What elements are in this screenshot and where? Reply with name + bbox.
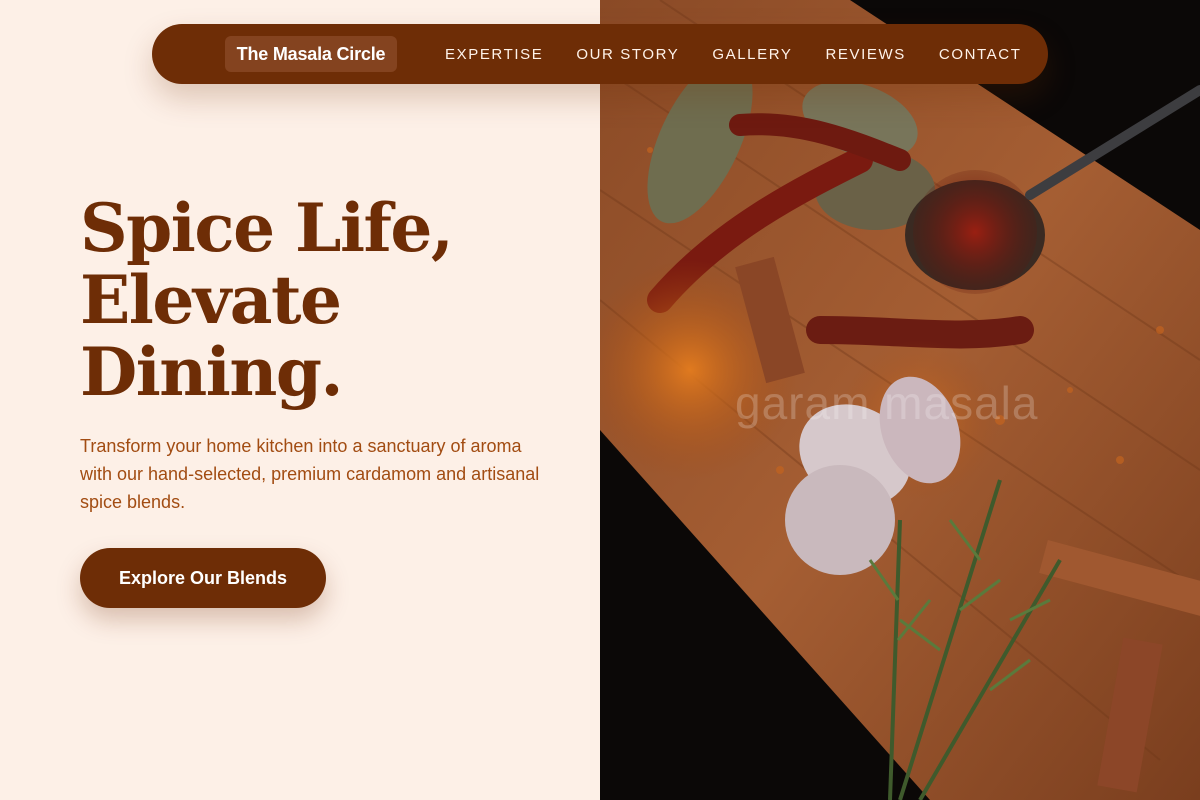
nav-link-reviews[interactable]: REVIEWS (826, 46, 906, 63)
top-navbar: The Masala Circle EXPERTISE OUR STORY GA… (152, 24, 1048, 84)
hero-subtext: Transform your home kitchen into a sanct… (80, 436, 540, 512)
spices-photo-icon (600, 0, 1200, 800)
explore-blends-button[interactable]: Explore Our Blends (80, 548, 326, 608)
hero-image (600, 0, 1200, 800)
headline-line-2: Elevate (80, 261, 342, 339)
headline-line-1: Spice Life, (80, 189, 454, 267)
brand-logo[interactable]: The Masala Circle (225, 36, 397, 72)
nav-link-expertise[interactable]: EXPERTISE (445, 46, 543, 63)
nav-link-our-story[interactable]: OUR STORY (576, 46, 679, 63)
nav-link-gallery[interactable]: GALLERY (712, 46, 792, 63)
hero-headline: Spice Life, Elevate Dining. (80, 192, 560, 408)
nav-link-contact[interactable]: CONTACT (939, 46, 1022, 63)
headline-line-3: Dining. (80, 333, 343, 411)
nav-links: EXPERTISE OUR STORY GALLERY REVIEWS CONT… (445, 24, 1054, 84)
